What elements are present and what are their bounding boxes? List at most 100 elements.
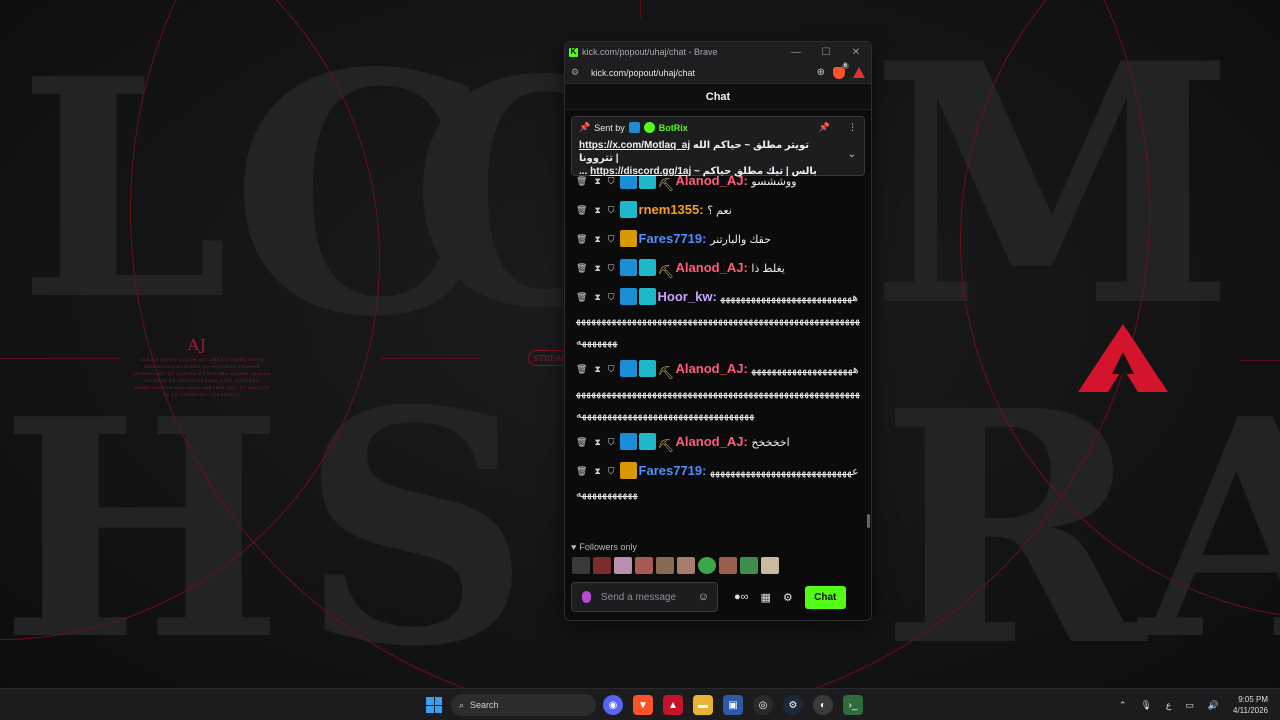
chat-message[interactable]: 🗑 ⧗ ⛉ Fares7719: حقك والبارتنر (576, 228, 861, 251)
file-explorer-icon[interactable]: ▬ (693, 695, 713, 715)
chat-username[interactable]: rnem1355 (639, 202, 700, 217)
language-indicator[interactable]: ع (1166, 700, 1171, 711)
network-icon[interactable]: ▭ (1185, 700, 1194, 711)
emote[interactable] (656, 557, 674, 574)
mic-icon[interactable] (582, 591, 591, 603)
steam-icon[interactable]: ⚙ (783, 695, 803, 715)
apex-app-icon[interactable]: ▲ (663, 695, 683, 715)
chat-message[interactable]: 🗑 ⧗ ⛉ rnem1355: نعم ؟ (576, 199, 861, 222)
brave-icon[interactable]: ▼ (633, 695, 653, 715)
chevron-down-icon[interactable]: ⌄ (848, 149, 856, 160)
emote[interactable] (761, 557, 779, 574)
obs-icon[interactable]: ◎ (753, 695, 773, 715)
timeout-icon[interactable]: ⧗ (594, 199, 600, 221)
trash-icon[interactable]: 🗑 (576, 199, 587, 221)
pinned-link-discord[interactable]: https://discord.gg/1aj (590, 166, 691, 177)
pick-badge-icon: ⛏ (657, 438, 675, 453)
pinned-link-x[interactable]: https://x.com/Motlaq_aj (579, 140, 690, 151)
zoom-icon[interactable]: ⊕ (817, 67, 825, 78)
timeout-icon[interactable]: ⧗ (594, 431, 600, 453)
emote[interactable] (614, 557, 632, 574)
pinned-sender[interactable]: BotRix (659, 123, 688, 133)
chat-username[interactable]: Alanod_AJ (676, 434, 744, 449)
ban-icon[interactable]: ⛉ (608, 286, 615, 308)
chat-body: 📌 Sent by BotRix 📌 ⋮ https://x.com/Motla… (565, 110, 871, 532)
chat-username[interactable]: Alanod_AJ (676, 260, 744, 275)
maximize-button[interactable]: ☐ (811, 47, 841, 58)
send-chat-button[interactable]: Chat (804, 585, 846, 609)
close-button[interactable]: ✕ (841, 47, 871, 58)
emote[interactable] (593, 557, 611, 574)
emote[interactable] (677, 557, 695, 574)
heart-icon: ♥ (571, 542, 577, 552)
taskbar-search[interactable]: ⌕ Search (451, 694, 596, 716)
timeout-icon[interactable]: ⧗ (594, 257, 600, 279)
timeout-icon[interactable]: ⧗ (594, 460, 600, 482)
og-badge-icon (619, 201, 637, 218)
chat-message[interactable]: 🗑 ⧗ ⛉ ⛏Alanod_AJ: ههههههههههههههههههههههههه… (576, 358, 861, 425)
system-tray: ⌃ 🎙 ع ▭ 🔊 9:05 PM 4/11/2026 (1119, 689, 1268, 720)
clock[interactable]: 9:05 PM 4/11/2026 (1233, 694, 1268, 716)
window-titlebar[interactable]: K kick.com/popout/uhaj/chat - Brave — ☐ … (565, 42, 871, 62)
app-icon[interactable]: ▣ (723, 695, 743, 715)
chat-message[interactable]: 🗑 ⧗ ⛉ ⛏Alanod_AJ: يغلط ذا (576, 257, 861, 280)
wallpaper-aj-text: AJ (188, 336, 207, 354)
timeout-icon[interactable]: ⧗ (594, 286, 600, 308)
timeout-icon[interactable]: ⧗ (594, 228, 600, 250)
trash-icon[interactable]: 🗑 (576, 431, 587, 453)
emote[interactable] (572, 557, 590, 574)
pinned-message[interactable]: 📌 Sent by BotRix 📌 ⋮ https://x.com/Motla… (571, 116, 865, 177)
brave-rewards-icon[interactable] (853, 67, 865, 78)
terminal-icon[interactable]: ›_ (843, 695, 863, 715)
trash-icon[interactable]: 🗑 (576, 257, 587, 279)
pin-icon: 📌 (579, 122, 591, 132)
emote[interactable] (740, 557, 758, 574)
emote[interactable] (698, 557, 716, 574)
ban-icon[interactable]: ⛉ (608, 257, 615, 279)
trash-icon[interactable]: 🗑 (576, 228, 587, 250)
address-bar[interactable]: ⚙ kick.com/popout/uhaj/chat ⊕ 6 (565, 62, 871, 84)
pick-badge-icon: ⛏ (657, 365, 675, 380)
emote[interactable] (635, 557, 653, 574)
windows-start-icon[interactable] (426, 697, 442, 713)
volume-icon[interactable]: 🔊 (1208, 700, 1219, 711)
mod-tools: 🗑 ⧗ ⛉ (576, 228, 615, 250)
mic-tray-icon[interactable]: 🎙 (1140, 700, 1151, 711)
chat-message-text: اخخخخخ (751, 437, 790, 449)
minimize-button[interactable]: — (781, 47, 811, 58)
chevron-up-icon[interactable]: ⌃ (1119, 700, 1127, 711)
chat-username[interactable]: Fares7719 (639, 231, 703, 246)
url-text[interactable]: kick.com/popout/uhaj/chat (585, 68, 817, 78)
brave-shields-icon[interactable]: 6 (833, 62, 849, 79)
emote[interactable] (719, 557, 737, 574)
ban-icon[interactable]: ⛉ (608, 460, 615, 482)
ban-icon[interactable]: ⛉ (608, 358, 615, 380)
emoji-icon[interactable]: ☺ (698, 591, 709, 603)
ban-icon[interactable]: ⛉ (608, 228, 615, 250)
chat-username[interactable]: Hoor_kw (658, 289, 713, 304)
message-input[interactable]: Send a message (601, 592, 688, 603)
settings-gear-icon[interactable]: ⚙ (783, 591, 793, 604)
chat-message[interactable]: 🗑 ⧗ ⛉ Fares7719: عههههههههههههههههههههههههه… (576, 460, 861, 504)
chat-scrollbar[interactable] (867, 514, 870, 528)
store-icon[interactable]: ▦ (761, 591, 771, 604)
chat-message[interactable]: 🗑 ⧗ ⛉ ⛏Alanod_AJ: اخخخخخ (576, 431, 861, 454)
mod-tools: 🗑 ⧗ ⛉ (576, 199, 615, 221)
pinned-more-icon[interactable]: ⋮ (848, 122, 857, 133)
site-settings-icon[interactable]: ⚙ (571, 67, 585, 78)
discord-icon[interactable]: ◉ (603, 695, 623, 715)
trash-icon[interactable]: 🗑 (576, 460, 587, 482)
trash-icon[interactable]: 🗑 (576, 286, 587, 308)
pinned-text-2: بالس | تيك مطلق حياكم ~ (694, 166, 817, 177)
chat-username[interactable]: Fares7719 (639, 463, 703, 478)
ban-icon[interactable]: ⛉ (608, 431, 615, 453)
chrome-icon[interactable]: ◐ (813, 695, 833, 715)
chat-message[interactable]: 🗑 ⧗ ⛉ Hoor_kw: هههههههههههههههههههههههههههه… (576, 286, 861, 352)
chat-username[interactable]: Alanod_AJ (676, 361, 744, 376)
timeout-icon[interactable]: ⧗ (594, 358, 600, 380)
trash-icon[interactable]: 🗑 (576, 358, 587, 380)
points-icon[interactable]: ●∞ (734, 591, 749, 603)
ban-icon[interactable]: ⛉ (608, 199, 615, 221)
message-input-box[interactable]: Send a message ☺ (571, 582, 718, 612)
unpin-icon[interactable]: 📌 (819, 122, 830, 133)
